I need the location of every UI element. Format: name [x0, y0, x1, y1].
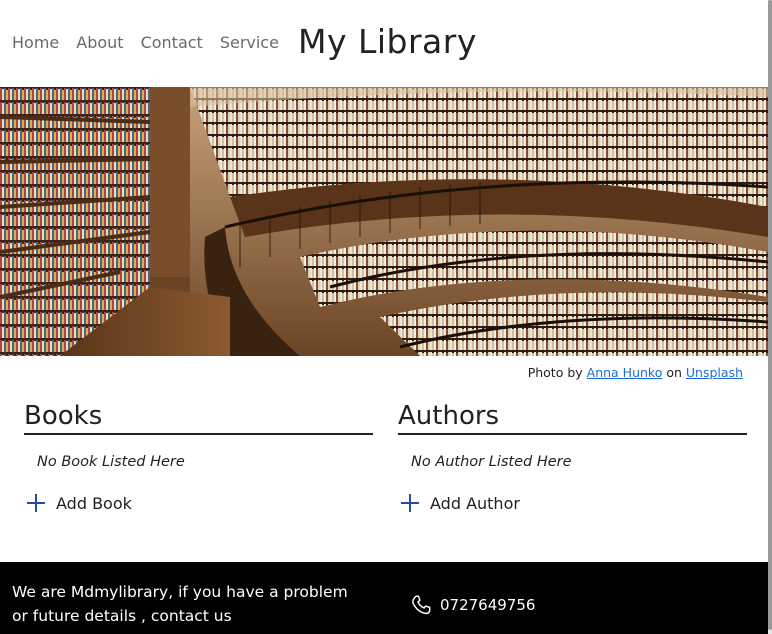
plus-icon — [398, 491, 422, 515]
nav-home-link[interactable]: Home — [12, 33, 59, 52]
credit-author-link[interactable]: Anna Hunko — [587, 365, 663, 380]
footer-phone[interactable]: 0727649756 — [410, 594, 535, 616]
main-nav: Home About Contact Service — [12, 33, 296, 52]
site-footer: We are Mdmylibrary, if you have a proble… — [0, 562, 768, 634]
library-photo — [0, 87, 768, 356]
authors-heading: Authors — [398, 400, 747, 435]
credit-on: on — [666, 365, 682, 380]
books-empty-message: No Book Listed Here — [37, 454, 185, 470]
footer-about: We are Mdmylibrary, if you have a proble… — [12, 580, 352, 628]
credit-prefix: Photo by — [527, 365, 583, 380]
page-scrollbar[interactable] — [768, 0, 772, 634]
scrollbar-thumb[interactable] — [768, 0, 772, 630]
footer-about-line: or future details , contact us — [12, 607, 232, 625]
credit-source-link[interactable]: Unsplash — [686, 365, 743, 380]
add-author-label: Add Author — [430, 493, 520, 513]
site-title: My Library — [298, 22, 477, 61]
add-book-label: Add Book — [56, 493, 132, 513]
phone-icon — [412, 595, 431, 615]
add-book-button[interactable]: Add Book — [24, 491, 373, 515]
authors-section: Authors No Author Listed Here Add Author — [398, 400, 747, 515]
footer-about-line: We are Mdmylibrary, if you have a proble… — [12, 583, 348, 601]
hero-image — [0, 87, 768, 356]
photo-credit: Photo by Anna Hunko on Unsplash — [528, 365, 743, 380]
plus-icon — [24, 491, 48, 515]
add-author-button[interactable]: Add Author — [398, 491, 747, 515]
phone-number: 0727649756 — [440, 596, 536, 614]
nav-about-link[interactable]: About — [76, 33, 123, 52]
books-heading: Books — [24, 400, 373, 435]
nav-service-link[interactable]: Service — [220, 33, 279, 52]
books-section: Books No Book Listed Here Add Book — [24, 400, 373, 515]
site-header: Home About Contact Service My Library — [0, 0, 768, 87]
nav-contact-link[interactable]: Contact — [141, 33, 203, 52]
authors-empty-message: No Author Listed Here — [411, 454, 572, 470]
